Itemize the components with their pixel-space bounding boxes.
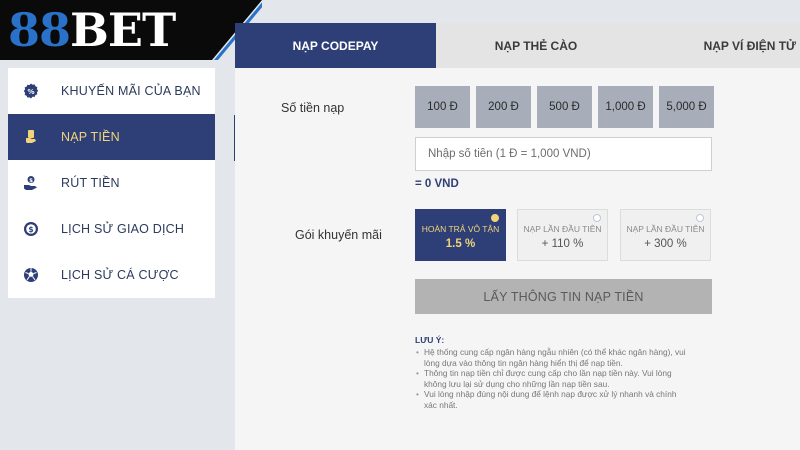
withdraw-hand-icon: $ bbox=[22, 174, 40, 192]
promo-name: NẠP LẦN ĐẦU TIÊN bbox=[523, 224, 602, 234]
tab-bar: NẠP CODEPAY NẠP THẺ CÀO NẠP VÍ ĐIỆN TỬ bbox=[235, 23, 800, 68]
note-line: Hệ thống cung cấp ngân hàng ngẫu nhiên (… bbox=[424, 347, 686, 357]
note-item: Thông tin nạp tiền chỉ được cung cấp cho… bbox=[415, 368, 715, 389]
sidebar-item-promotions[interactable]: % KHUYẾN MÃI CỦA BẠN bbox=[8, 68, 215, 114]
sidebar-item-label: RÚT TIỀN bbox=[61, 176, 120, 190]
amount-input[interactable] bbox=[415, 137, 712, 171]
tab-scratch-card[interactable]: NẠP THẺ CÀO bbox=[436, 23, 636, 68]
promo-value: + 110 % bbox=[541, 238, 584, 250]
amount-option-1000[interactable]: 1,000 Đ bbox=[598, 86, 653, 128]
amount-option-500[interactable]: 500 Đ bbox=[537, 86, 592, 128]
sidebar-item-transaction-history[interactable]: $ LỊCH SỬ GIAO DỊCH bbox=[8, 206, 215, 252]
svg-text:$: $ bbox=[29, 178, 33, 184]
converted-amount: = 0 VND bbox=[415, 178, 459, 190]
note-line: không lưu lại sử dụng cho những lần nạp … bbox=[424, 378, 610, 389]
amount-options: 100 Đ 200 Đ 500 Đ 1,000 Đ 5,000 Đ bbox=[415, 86, 714, 128]
promo-option-first-deposit-300[interactable]: NẠP LẦN ĐẦU TIÊN + 300 % bbox=[620, 209, 711, 261]
amount-label: Số tiền nạp bbox=[281, 101, 345, 115]
promo-option-unlimited-rebate[interactable]: HOÀN TRẢ VÔ TẬN 1.5 % bbox=[415, 209, 506, 261]
get-deposit-info-button[interactable]: LẤY THÔNG TIN NẠP TIỀN bbox=[415, 279, 712, 314]
promo-value: 1.5 % bbox=[445, 238, 476, 250]
radio-unselected-icon bbox=[593, 214, 601, 222]
note-item: Vui lòng nhập đúng nội dung để lệnh nạp … bbox=[415, 389, 715, 410]
amount-option-5000[interactable]: 5,000 Đ bbox=[659, 86, 714, 128]
notes-list: Hệ thống cung cấp ngân hàng ngẫu nhiên (… bbox=[415, 347, 715, 410]
note-line: Vui lòng nhập đúng nội dung để lệnh nạp … bbox=[424, 389, 677, 399]
amount-option-100[interactable]: 100 Đ bbox=[415, 86, 470, 128]
dollar-history-icon: $ bbox=[22, 220, 40, 238]
amount-option-200[interactable]: 200 Đ bbox=[476, 86, 531, 128]
logo-88: 88 bbox=[8, 3, 71, 57]
promo-value: + 300 % bbox=[644, 238, 687, 250]
sidebar-item-label: NẠP TIỀN bbox=[61, 130, 120, 144]
notes-title: LƯU Ý: bbox=[415, 335, 445, 345]
radio-selected-icon bbox=[491, 214, 499, 222]
promo-gear-icon: % bbox=[22, 82, 40, 100]
promo-label: Gói khuyến mãi bbox=[295, 228, 382, 242]
sidebar-item-deposit[interactable]: NẠP TIỀN bbox=[8, 114, 215, 160]
svg-text:%: % bbox=[27, 88, 34, 96]
tab-codepay[interactable]: NẠP CODEPAY bbox=[235, 23, 436, 68]
deposit-hand-icon bbox=[22, 128, 40, 146]
note-line: xác nhất. bbox=[424, 399, 458, 410]
sidebar-menu: % KHUYẾN MÃI CỦA BẠN NẠP TIỀN $ RÚT TIỀN… bbox=[8, 68, 215, 298]
sidebar-item-label: KHUYẾN MÃI CỦA BẠN bbox=[61, 84, 201, 98]
note-line: Thông tin nạp tiền chỉ được cung cấp cho… bbox=[424, 368, 672, 378]
promo-name: NẠP LẦN ĐẦU TIÊN bbox=[626, 224, 705, 234]
tab-e-wallet[interactable]: NẠP VÍ ĐIỆN TỬ bbox=[636, 23, 800, 68]
sidebar-item-withdraw[interactable]: $ RÚT TIỀN bbox=[8, 160, 215, 206]
promo-option-first-deposit-110[interactable]: NẠP LẦN ĐẦU TIÊN + 110 % bbox=[517, 209, 608, 261]
logo-text: 88BET bbox=[8, 2, 176, 58]
sidebar-item-bet-history[interactable]: LỊCH SỬ CÁ CƯỢC bbox=[8, 252, 215, 298]
note-item: Hệ thống cung cấp ngân hàng ngẫu nhiên (… bbox=[415, 347, 715, 368]
sidebar-item-label: LỊCH SỬ CÁ CƯỢC bbox=[61, 268, 179, 282]
logo-bet: BET bbox=[70, 3, 176, 57]
sidebar-item-label: LỊCH SỬ GIAO DỊCH bbox=[61, 222, 185, 236]
deposit-panel: NẠP CODEPAY NẠP THẺ CÀO NẠP VÍ ĐIỆN TỬ S… bbox=[235, 23, 800, 450]
brand-logo[interactable]: 88BET bbox=[0, 0, 262, 60]
svg-text:$: $ bbox=[28, 225, 33, 234]
note-line: lòng dựa vào thông tin ngân hàng hiển th… bbox=[424, 357, 623, 368]
radio-unselected-icon bbox=[696, 214, 704, 222]
soccer-ball-icon bbox=[22, 266, 40, 284]
promo-name: HOÀN TRẢ VÔ TẬN bbox=[421, 224, 500, 234]
